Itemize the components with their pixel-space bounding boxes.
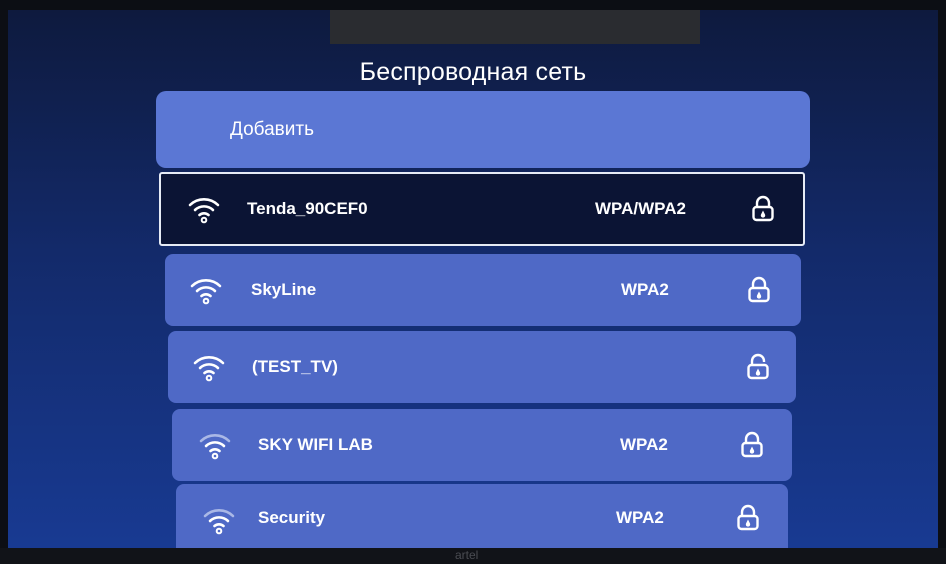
page-title: Беспроводная сеть: [359, 58, 587, 86]
network-row-skyline[interactable]: SkyLine WPA2: [165, 254, 801, 326]
wifi-icon: [190, 279, 222, 305]
lock-icon: [748, 276, 770, 303]
top-overlay: [330, 10, 700, 44]
network-ssid: Tenda_90CEF0: [247, 199, 368, 218]
add-network-button[interactable]: Добавить: [156, 91, 810, 168]
network-security: WPA2: [620, 435, 668, 454]
lock-icon: [752, 195, 774, 222]
network-ssid: Security: [258, 508, 326, 527]
network-security: WPA/WPA2: [595, 199, 686, 218]
network-ssid: SkyLine: [251, 280, 317, 299]
network-ssid: SKY WIFI LAB: [258, 435, 373, 454]
lock-icon: [737, 504, 759, 531]
network-row-test-tv[interactable]: (TEST_TV): [168, 331, 796, 403]
lock-icon: [741, 431, 763, 458]
network-ssid: (TEST_TV): [252, 357, 338, 376]
wifi-icon: [193, 356, 225, 382]
network-row-tenda[interactable]: Tenda_90CEF0 WPA/WPA2: [159, 172, 805, 246]
wifi-icon: [188, 198, 220, 224]
tv-brand-logo: artel: [455, 548, 479, 562]
network-security: WPA2: [616, 508, 664, 527]
wifi-icon: [203, 509, 235, 535]
wifi-icon: [199, 434, 231, 460]
network-security: WPA2: [621, 280, 669, 299]
network-row-sky-wifi-lab[interactable]: SKY WIFI LAB WPA2: [172, 409, 792, 481]
tv-screen: Беспроводная сеть Добавить Tenda_90CEF0 …: [8, 10, 938, 548]
network-row-security[interactable]: Security WPA2: [176, 484, 788, 548]
lock-open-icon: [747, 353, 769, 380]
